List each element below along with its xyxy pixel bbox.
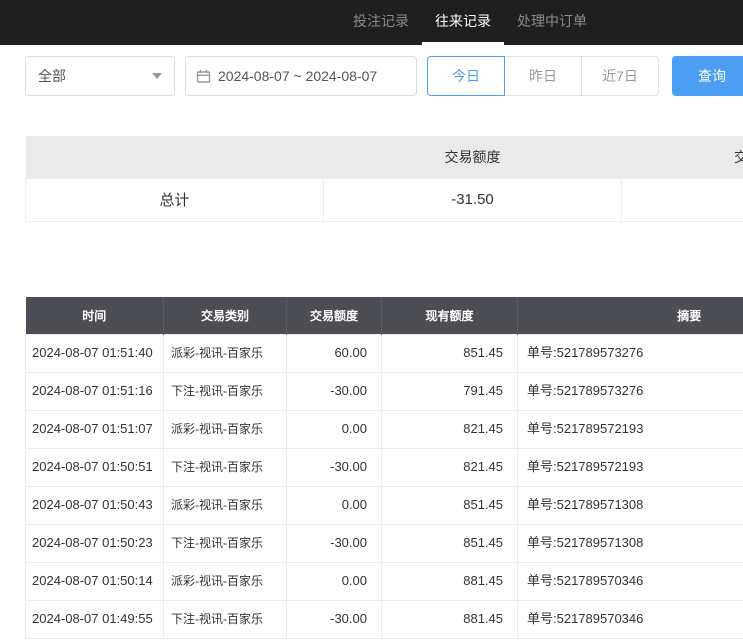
tab-transaction-records[interactable]: 往来记录 [422, 0, 504, 45]
cell-balance: 851.45 [382, 525, 518, 563]
quick-filter-yesterday[interactable]: 昨日 [504, 56, 582, 96]
quick-filter-last7days[interactable]: 近7日 [581, 56, 659, 96]
chevron-down-icon [152, 73, 162, 79]
table-row: 2024-08-07 01:50:14派彩-视讯-百家乐0.00881.45单号… [26, 563, 743, 601]
calendar-icon [196, 69, 211, 84]
records-table: 时间交易类别交易额度现有额度摘要 2024-08-07 01:51:40派彩-视… [25, 297, 743, 640]
summary-total-extra [622, 178, 743, 221]
cell-time: 2024-08-07 01:51:40 [26, 335, 164, 373]
top-nav: 投注记录 往来记录 处理中订单 [0, 0, 743, 45]
cell-memo: 单号:521789573276 [518, 373, 743, 411]
cell-memo: 单号:521789570346 [518, 601, 743, 639]
cell-time: 2024-08-07 01:51:16 [26, 373, 164, 411]
cell-amount: -30.00 [287, 373, 382, 411]
records-header-row: 时间交易类别交易额度现有额度摘要 [26, 297, 743, 335]
cell-amount: 0.00 [287, 487, 382, 525]
cell-type: 派彩-视讯-百家乐 [164, 563, 287, 601]
query-button[interactable]: 查询 [672, 56, 743, 96]
date-range-input[interactable]: 2024-08-07 ~ 2024-08-07 [185, 56, 417, 96]
cell-type: 下注-视讯-百家乐 [164, 373, 287, 411]
cell-memo: 单号:521789573276 [518, 335, 743, 373]
table-row: 2024-08-07 01:49:55下注-视讯-百家乐-30.00881.45… [26, 601, 743, 639]
table-row: 2024-08-07 01:51:07派彩-视讯-百家乐0.00821.45单号… [26, 411, 743, 449]
cell-type: 派彩-视讯-百家乐 [164, 335, 287, 373]
type-select[interactable]: 全部 [25, 56, 175, 96]
cell-balance: 821.45 [382, 411, 518, 449]
cell-memo: 单号:521789571308 [518, 525, 743, 563]
cell-type: 派彩-视讯-百家乐 [164, 487, 287, 525]
cell-balance: 851.45 [382, 335, 518, 373]
summary-section: 交易额度 交 总计 -31.50 [25, 136, 743, 222]
cell-balance: 881.45 [382, 563, 518, 601]
transactions-tbody: 2024-08-07 01:51:40派彩-视讯-百家乐60.00851.45单… [26, 335, 743, 639]
quick-filter-today[interactable]: 今日 [427, 56, 505, 96]
table-row: 2024-08-07 01:50:23下注-视讯-百家乐-30.00851.45… [26, 525, 743, 563]
quick-date-filters: 今日 昨日 近7日 [427, 56, 659, 96]
cell-type: 下注-视讯-百家乐 [164, 525, 287, 563]
cell-time: 2024-08-07 01:50:14 [26, 563, 164, 601]
summary-header-amount: 交易额度 [324, 136, 622, 178]
cell-amount: 60.00 [287, 335, 382, 373]
table-row: 2024-08-07 01:50:51下注-视讯-百家乐-30.00821.45… [26, 449, 743, 487]
cell-memo: 单号:521789572193 [518, 411, 743, 449]
column-header: 时间 [26, 297, 164, 335]
summary-table: 交易额度 交 总计 -31.50 [25, 136, 743, 222]
column-header: 交易类别 [164, 297, 287, 335]
cell-time: 2024-08-07 01:51:07 [26, 411, 164, 449]
summary-header-extra: 交 [622, 136, 743, 178]
column-header: 摘要 [518, 297, 743, 335]
cell-time: 2024-08-07 01:50:43 [26, 487, 164, 525]
type-select-value: 全部 [38, 66, 66, 86]
tab-processing-orders[interactable]: 处理中订单 [504, 0, 600, 45]
cell-amount: 0.00 [287, 563, 382, 601]
cell-memo: 单号:521789571308 [518, 487, 743, 525]
column-header: 交易额度 [287, 297, 382, 335]
summary-total-label: 总计 [26, 178, 324, 221]
cell-type: 下注-视讯-百家乐 [164, 601, 287, 639]
cell-balance: 821.45 [382, 449, 518, 487]
summary-header-row: 交易额度 交 [26, 136, 743, 178]
table-row: 2024-08-07 01:50:43派彩-视讯-百家乐0.00851.45单号… [26, 487, 743, 525]
records-section: 时间交易类别交易额度现有额度摘要 2024-08-07 01:51:40派彩-视… [25, 297, 743, 640]
summary-total-row: 总计 -31.50 [26, 178, 743, 221]
summary-header-blank [26, 136, 324, 178]
date-range-value: 2024-08-07 ~ 2024-08-07 [218, 68, 377, 84]
cell-time: 2024-08-07 01:50:23 [26, 525, 164, 563]
cell-memo: 单号:521789570346 [518, 563, 743, 601]
column-header: 现有额度 [382, 297, 518, 335]
table-row: 2024-08-07 01:51:40派彩-视讯-百家乐60.00851.45单… [26, 335, 743, 373]
cell-amount: -30.00 [287, 449, 382, 487]
cell-balance: 881.45 [382, 601, 518, 639]
cell-amount: -30.00 [287, 601, 382, 639]
cell-balance: 851.45 [382, 487, 518, 525]
cell-type: 派彩-视讯-百家乐 [164, 411, 287, 449]
filter-bar: 全部 2024-08-07 ~ 2024-08-07 今日 昨日 近7日 查询 [0, 45, 743, 111]
tab-betting-records[interactable]: 投注记录 [340, 0, 422, 45]
cell-time: 2024-08-07 01:50:51 [26, 449, 164, 487]
table-row: 2024-08-07 01:51:16下注-视讯-百家乐-30.00791.45… [26, 373, 743, 411]
cell-type: 下注-视讯-百家乐 [164, 449, 287, 487]
cell-memo: 单号:521789572193 [518, 449, 743, 487]
cell-amount: 0.00 [287, 411, 382, 449]
cell-time: 2024-08-07 01:49:55 [26, 601, 164, 639]
summary-total-amount: -31.50 [324, 178, 622, 221]
cell-amount: -30.00 [287, 525, 382, 563]
cell-balance: 791.45 [382, 373, 518, 411]
